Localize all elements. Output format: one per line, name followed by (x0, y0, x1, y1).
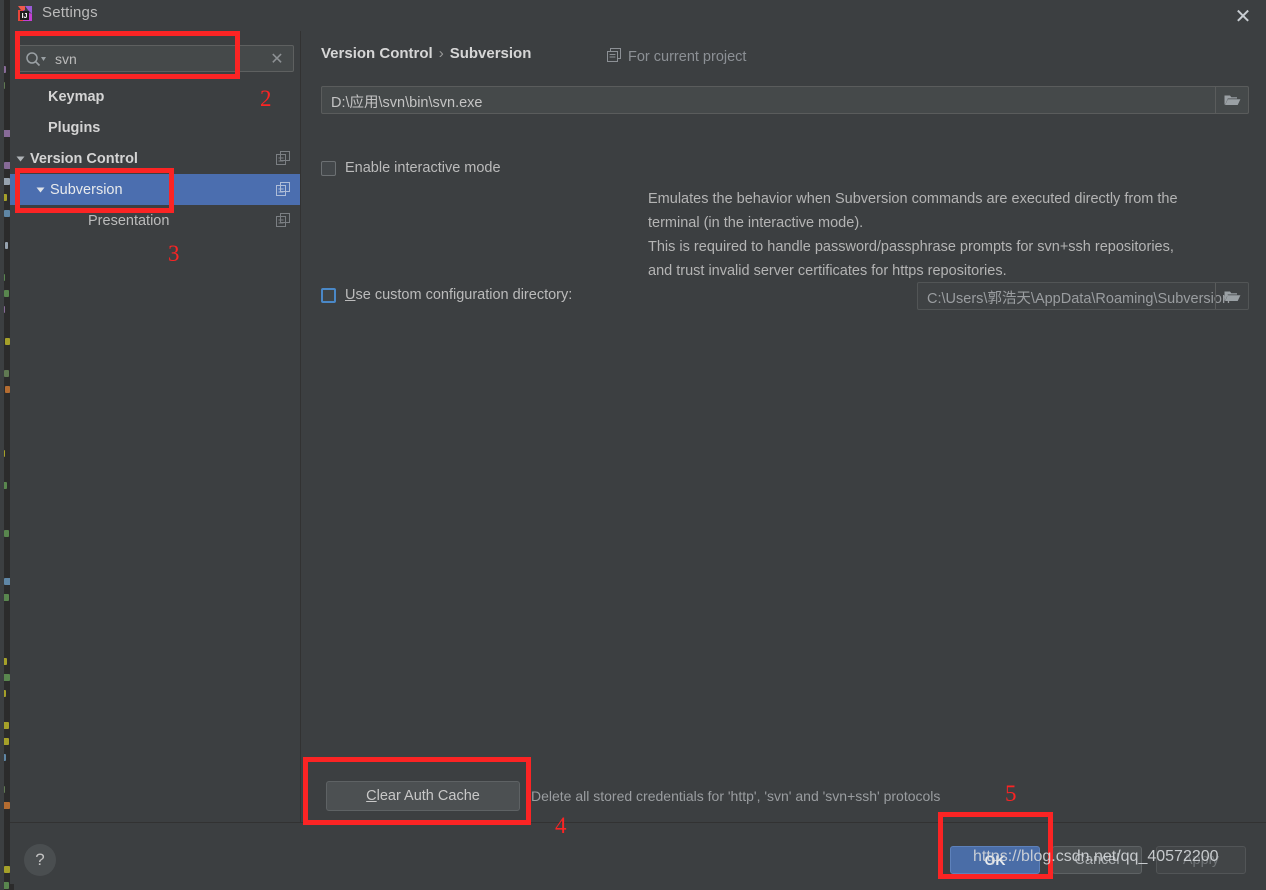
chevron-down-icon[interactable] (34, 183, 47, 196)
svg-text:IJ: IJ (22, 13, 28, 20)
enable-interactive-mode-label: Enable interactive mode (345, 160, 501, 176)
settings-content-panel: Version Control › Subversion For current p… (300, 31, 1266, 822)
dialog-title: Settings (42, 4, 98, 21)
dialog-footer: ? OK Cancel Apply (10, 822, 1266, 884)
custom-config-dir-value: C:\Users\郭浩天\AppData\Roaming\Subversion (927, 291, 1231, 307)
breadcrumb: Version Control › Subversion (321, 45, 531, 62)
search-input[interactable] (53, 46, 258, 71)
background-left-strip (0, 0, 4, 890)
settings-tree: Keymap Plugins Version Control Subversion Pr… (10, 81, 300, 236)
custom-config-dir-field[interactable]: C:\Users\郭浩天\AppData\Roaming\Subversion (917, 282, 1249, 310)
svn-executable-path-field[interactable]: D:\应用\svn\bin\svn.exe (321, 86, 1249, 114)
sidebar-item-presentation[interactable]: Presentation (10, 205, 300, 236)
clear-auth-cache-note: Delete all stored credentials for 'http'… (531, 788, 941, 804)
background-code-fragment (3, 178, 10, 185)
scope-indicator: For current project (607, 48, 746, 66)
sidebar-item-label: Presentation (88, 212, 170, 229)
settings-dialog: IJ Settings ✕ ✕ KeymapPluginsVersion C (10, 0, 1266, 884)
intellij-idea-icon: IJ (17, 5, 34, 22)
enable-interactive-mode-checkbox[interactable] (321, 160, 336, 176)
use-custom-config-dir-label-rest: se custom configuration directory: (355, 287, 573, 303)
enable-interactive-mode-row[interactable]: Enable interactive mode (321, 160, 501, 176)
custom-config-folder-icon[interactable] (1215, 283, 1248, 309)
sidebar-item-version-control[interactable]: Version Control (10, 143, 300, 174)
clear-auth-cache-label-rest: lear Auth Cache (376, 788, 480, 804)
sidebar-item-keymap[interactable]: Keymap (10, 81, 300, 112)
sidebar-item-subversion[interactable]: Subversion (10, 174, 300, 205)
chevron-down-icon[interactable] (14, 152, 27, 165)
search-icon (25, 51, 47, 67)
background-code-fragment (5, 242, 8, 249)
interactive-mode-description: Emulates the behavior when Subversion co… (648, 191, 1178, 279)
clear-auth-cache-mnemonic: C (366, 788, 377, 804)
clear-search-icon[interactable]: ✕ (268, 49, 286, 68)
sidebar-item-label: Subversion (50, 181, 123, 198)
settings-sidebar: ✕ Keymap Plugins Version Control Subversion… (10, 31, 300, 822)
breadcrumb-leaf: Subversion (449, 45, 532, 62)
use-custom-config-dir-row[interactable]: Use custom configuration directory: (321, 287, 572, 303)
ok-button[interactable]: OK (950, 846, 1040, 874)
close-icon[interactable]: ✕ (1230, 5, 1256, 29)
background-code-fragment (4, 530, 9, 537)
svn-executable-path-value: D:\应用\svn\bin\svn.exe (331, 95, 483, 111)
copy-settings-icon[interactable] (276, 151, 290, 165)
search-field[interactable]: ✕ (18, 45, 294, 72)
use-custom-config-dir-checkbox[interactable] (321, 287, 336, 303)
background-code-fragment (4, 370, 9, 377)
clear-auth-cache-button[interactable]: Clear Auth Cache (326, 781, 520, 811)
dialog-titlebar: IJ Settings ✕ (10, 0, 1266, 31)
sidebar-item-plugins[interactable]: Plugins (10, 112, 300, 143)
breadcrumb-root[interactable]: Version Control (321, 45, 433, 62)
apply-button[interactable]: Apply (1156, 846, 1246, 874)
breadcrumb-separator: › (438, 45, 444, 62)
use-custom-config-dir-mnemonic: U (345, 287, 356, 303)
project-scope-icon (607, 48, 621, 66)
settings-dialog-screen: IJ Settings ✕ ✕ KeymapPluginsVersion C (0, 0, 1266, 890)
help-button[interactable]: ? (24, 844, 56, 876)
copy-settings-icon[interactable] (276, 182, 290, 196)
cancel-button[interactable]: Cancel (1052, 846, 1142, 874)
use-custom-config-dir-label: Use custom configuration directory: (345, 287, 572, 303)
copy-settings-icon[interactable] (276, 213, 290, 227)
folder-icon[interactable] (1215, 87, 1248, 113)
sidebar-item-label: Plugins (48, 119, 101, 136)
sidebar-item-label: Keymap (48, 88, 105, 105)
background-code-fragment (3, 674, 10, 681)
scope-label: For current project (628, 49, 747, 65)
sidebar-item-label: Version Control (30, 150, 138, 167)
background-code-fragment (4, 290, 9, 297)
